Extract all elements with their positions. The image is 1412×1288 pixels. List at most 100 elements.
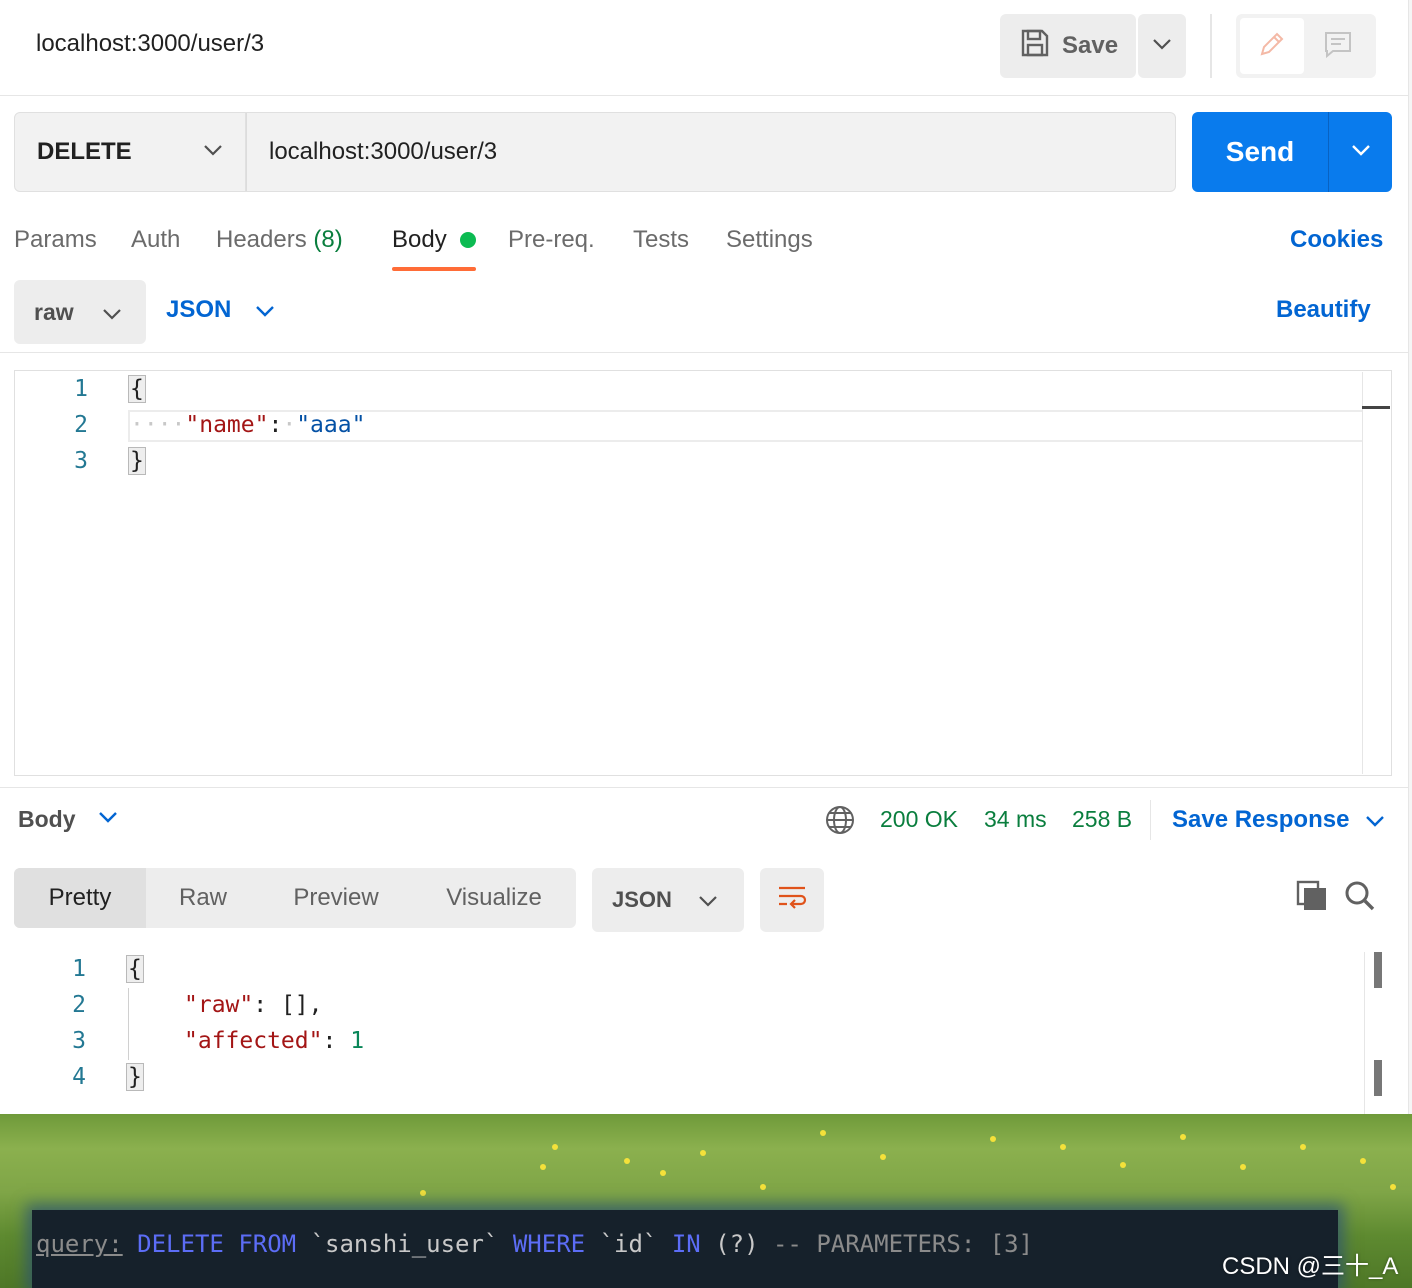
response-time[interactable]: 34 ms <box>984 806 1047 833</box>
body-mode-select[interactable]: raw <box>14 280 146 344</box>
http-method-select[interactable]: DELETE <box>14 112 246 192</box>
tab-tests[interactable]: Tests <box>633 226 689 254</box>
divider <box>0 352 1408 353</box>
tab-headers[interactable]: Headers (8) <box>216 226 343 254</box>
chevron-down-icon <box>102 299 122 326</box>
sql-keyword: WHERE <box>512 1230 586 1258</box>
send-options-dropdown[interactable] <box>1328 112 1392 192</box>
bracket-match: } <box>126 1063 144 1091</box>
bracket-match: { <box>128 375 146 403</box>
save-button[interactable]: Save <box>1000 14 1136 78</box>
pencil-icon <box>1257 29 1287 64</box>
line-number: 2 <box>74 412 88 438</box>
editor-scrollbar[interactable] <box>1362 372 1390 774</box>
sql-table: `sanshi_user` <box>310 1230 499 1258</box>
globe-icon[interactable] <box>824 804 856 841</box>
response-section-select[interactable]: Body <box>18 806 76 833</box>
view-tab-pretty[interactable]: Pretty <box>14 868 146 928</box>
line-number: 4 <box>72 1064 86 1090</box>
chevron-down-icon <box>203 143 223 161</box>
tab-body[interactable]: Body <box>392 226 447 254</box>
json-number: 1 <box>350 1028 365 1054</box>
tab-headers-label: Headers <box>216 226 307 253</box>
response-size[interactable]: 258 B <box>1072 806 1132 833</box>
line-number: 3 <box>74 448 88 474</box>
floppy-disk-icon <box>1020 28 1050 65</box>
url-input[interactable]: localhost:3000/user/3 <box>246 112 1176 192</box>
divider <box>1150 800 1151 840</box>
tab-params[interactable]: Params <box>14 226 97 254</box>
line-number: 3 <box>72 1028 86 1054</box>
chevron-down-icon <box>255 296 275 324</box>
sql-keyword: FROM <box>238 1230 297 1258</box>
header-divider <box>1210 14 1212 78</box>
view-tab-visualize[interactable]: Visualize <box>412 868 576 928</box>
headers-count: (8) <box>313 226 343 253</box>
terminal-log-line: query: DELETE FROM `sanshi_user` WHERE `… <box>36 1230 1033 1258</box>
json-punctuation: : [], <box>253 992 323 1018</box>
whitespace-marker: · <box>282 412 297 438</box>
json-key: "name" <box>185 412 269 438</box>
code-line: "raw": [], <box>184 992 323 1018</box>
chevron-down-icon <box>698 887 718 913</box>
log-prefix: query: <box>36 1230 123 1258</box>
view-tab-preview[interactable]: Preview <box>260 868 412 928</box>
tab-prereq[interactable]: Pre-req. <box>508 226 595 254</box>
json-colon: : <box>268 412 283 438</box>
json-value: "aaa" <box>296 412 366 438</box>
cookies-link[interactable]: Cookies <box>1290 226 1383 254</box>
chevron-down-icon <box>1351 143 1371 161</box>
code-line: } <box>126 1063 144 1091</box>
json-colon: : <box>322 1028 351 1054</box>
sql-comment: -- PARAMETERS: [3] <box>772 1230 1034 1258</box>
watermark: CSDN @三十_A <box>1222 1253 1399 1280</box>
bracket-match: } <box>128 447 146 475</box>
code-line: } <box>128 447 146 475</box>
send-button[interactable]: Send <box>1192 112 1328 192</box>
tab-settings[interactable]: Settings <box>726 226 813 254</box>
json-key: "affected" <box>184 1028 323 1054</box>
bracket-match: { <box>126 955 144 983</box>
copy-icon[interactable] <box>1296 880 1328 917</box>
search-icon[interactable] <box>1344 880 1376 917</box>
status-code[interactable]: 200 OK <box>880 806 958 833</box>
scrollbar-mark <box>1374 1060 1382 1096</box>
body-language-select[interactable]: JSON <box>166 296 275 324</box>
chevron-down-icon[interactable] <box>98 810 118 828</box>
sql-keyword: DELETE <box>137 1230 224 1258</box>
indent-guide <box>128 988 129 1060</box>
code-line: { <box>126 955 144 983</box>
view-tab-raw[interactable]: Raw <box>146 868 260 928</box>
json-key: "raw" <box>184 992 254 1018</box>
wrap-lines-icon <box>776 884 808 917</box>
chevron-down-icon <box>1152 37 1172 55</box>
http-method-value: DELETE <box>37 138 132 165</box>
body-language-value: JSON <box>166 296 232 323</box>
edit-button[interactable] <box>1240 18 1304 74</box>
scrollbar-mark <box>1374 952 1382 988</box>
tab-auth[interactable]: Auth <box>131 226 180 254</box>
right-pane-edge <box>1408 0 1412 1114</box>
scrollbar-cursor-mark <box>1362 406 1390 409</box>
chevron-down-icon <box>1365 806 1385 834</box>
save-options-dropdown[interactable] <box>1138 14 1186 78</box>
whitespace-marker: ···· <box>130 412 186 438</box>
comment-icon <box>1323 29 1353 64</box>
save-response-button[interactable]: Save Response <box>1172 806 1385 834</box>
sql-column: `id` <box>599 1230 658 1258</box>
body-mode-value: raw <box>34 298 74 325</box>
request-title[interactable]: localhost:3000/user/3 <box>36 30 264 58</box>
response-view-tabs: Pretty Raw Preview Visualize <box>14 868 576 928</box>
sql-params: (?) <box>715 1230 759 1258</box>
wrap-lines-button[interactable] <box>760 868 824 932</box>
save-response-label: Save Response <box>1172 806 1350 833</box>
code-line: ····"name":·"aaa" <box>130 412 365 438</box>
response-format-select[interactable]: JSON <box>592 868 744 932</box>
beautify-link[interactable]: Beautify <box>1276 296 1371 324</box>
code-line: "affected": 1 <box>184 1028 364 1054</box>
body-modified-dot <box>460 232 476 248</box>
line-number: 1 <box>74 376 88 402</box>
comments-button[interactable] <box>1306 18 1370 74</box>
response-format-value: JSON <box>612 887 672 912</box>
line-number: 2 <box>72 992 86 1018</box>
